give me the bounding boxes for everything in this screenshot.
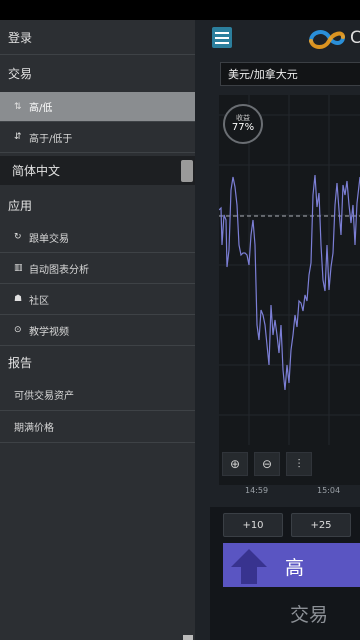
price-chart[interactable]: 收益 77% ⊕ ⊖ ⫶ (219, 95, 360, 485)
drawer-item-copy-trade[interactable]: ↻ 跟单交易 (0, 222, 195, 253)
brand-logo-text: C (350, 28, 360, 48)
high-button[interactable]: 高 (223, 543, 360, 587)
drawer-item-video-label: 教学视频 (29, 326, 69, 338)
drawer-login[interactable]: 登录 (0, 20, 195, 55)
drawer-section-apps: 应用 (0, 188, 195, 222)
payout-badge: 收益 77% (223, 104, 263, 144)
amount-plus-25-label: +25 (310, 519, 332, 531)
trading-screen: C 美元/加拿大元 收益 77% ⊕ ⊖ ⫶ 14:59 15:04 +10 +… (195, 20, 360, 640)
drawer-item-copy-trade-label: 跟单交易 (29, 233, 69, 245)
drawer-item-chart-analysis-label: 自动图表分析 (29, 264, 89, 276)
time-tick-label: 14:59 (245, 486, 269, 495)
high-button-label: 高 (285, 557, 305, 579)
video-icon: ⊙ (14, 325, 22, 335)
chart-analysis-icon: ▥ (14, 263, 23, 273)
community-icon: ☗ (14, 294, 23, 304)
asset-selector[interactable]: 美元/加拿大元 (220, 62, 360, 86)
drawer-section-trading: 交易 (0, 55, 195, 92)
drawer-item-expiry-prices-label: 期满价格 (14, 423, 54, 434)
chart-type-button[interactable]: ⫶ (286, 452, 312, 476)
drawer-item-high-low-label: 高/低 (29, 103, 53, 114)
above-below-icon: ⇵ (14, 132, 22, 142)
drawer-login-label: 登录 (8, 30, 33, 45)
copy-trade-icon: ↻ (14, 232, 22, 242)
drawer-section-trading-label: 交易 (8, 67, 33, 81)
high-low-icon: ⇅ (14, 101, 22, 112)
payout-label: 收益 (236, 114, 250, 122)
zoom-in-button[interactable]: ⊕ (222, 452, 248, 476)
time-tick-label: 15:04 (317, 486, 341, 495)
drawer-item-chart-analysis[interactable]: ▥ 自动图表分析 (0, 253, 195, 284)
up-arrow-icon (231, 549, 267, 584)
drawer-section-apps-label: 应用 (8, 198, 33, 213)
brand-logo-icon (309, 30, 345, 49)
amount-plus-25-button[interactable]: +25 (291, 513, 351, 537)
price-chart-canvas (219, 95, 360, 445)
drawer-item-video[interactable]: ⊙ 教学视频 (0, 315, 195, 346)
drawer-item-above-below-label: 高于/低于 (29, 133, 73, 145)
zoom-out-button[interactable]: ⊖ (254, 452, 280, 476)
amount-plus-10-button[interactable]: +10 (223, 513, 283, 537)
drawer-item-community-label: 社区 (29, 295, 49, 307)
language-label: 简体中文 (12, 164, 61, 178)
amount-plus-10-label: +10 (242, 519, 264, 531)
zoom-out-icon: ⊖ (261, 457, 273, 471)
drawer-item-tradable-assets-label: 可供交易资产 (14, 391, 74, 402)
language-toggle-knob[interactable] (181, 160, 193, 182)
menu-button[interactable] (212, 27, 232, 48)
language-selector[interactable]: 简体中文 (0, 156, 195, 185)
drawer-item-tradable-assets[interactable]: 可供交易资产 (0, 379, 195, 411)
trade-label: 交易 (290, 604, 329, 626)
zoom-in-icon: ⊕ (229, 457, 241, 471)
asset-pair-label: 美元/加拿大元 (228, 68, 298, 81)
nav-drawer: 登录 交易 ⇅ 高/低 ⇵ 高于/低于 简体中文 应用 ↻ 跟单交易 ▥ 自动图… (0, 20, 196, 640)
drawer-section-reports-label: 报告 (8, 356, 33, 370)
candlestick-icon: ⫶ (297, 456, 301, 471)
drawer-item-high-low[interactable]: ⇅ 高/低 (0, 92, 195, 122)
drawer-item-community[interactable]: ☗ 社区 (0, 284, 195, 315)
drawer-section-reports: 报告 (0, 346, 195, 379)
drawer-item-expiry-prices[interactable]: 期满价格 (0, 411, 195, 443)
payout-value: 77% (231, 122, 255, 133)
drawer-item-above-below[interactable]: ⇵ 高于/低于 (0, 122, 195, 153)
status-bar (0, 0, 360, 20)
chart-grid (219, 95, 360, 445)
drawer-scroll-handle[interactable] (183, 635, 193, 640)
